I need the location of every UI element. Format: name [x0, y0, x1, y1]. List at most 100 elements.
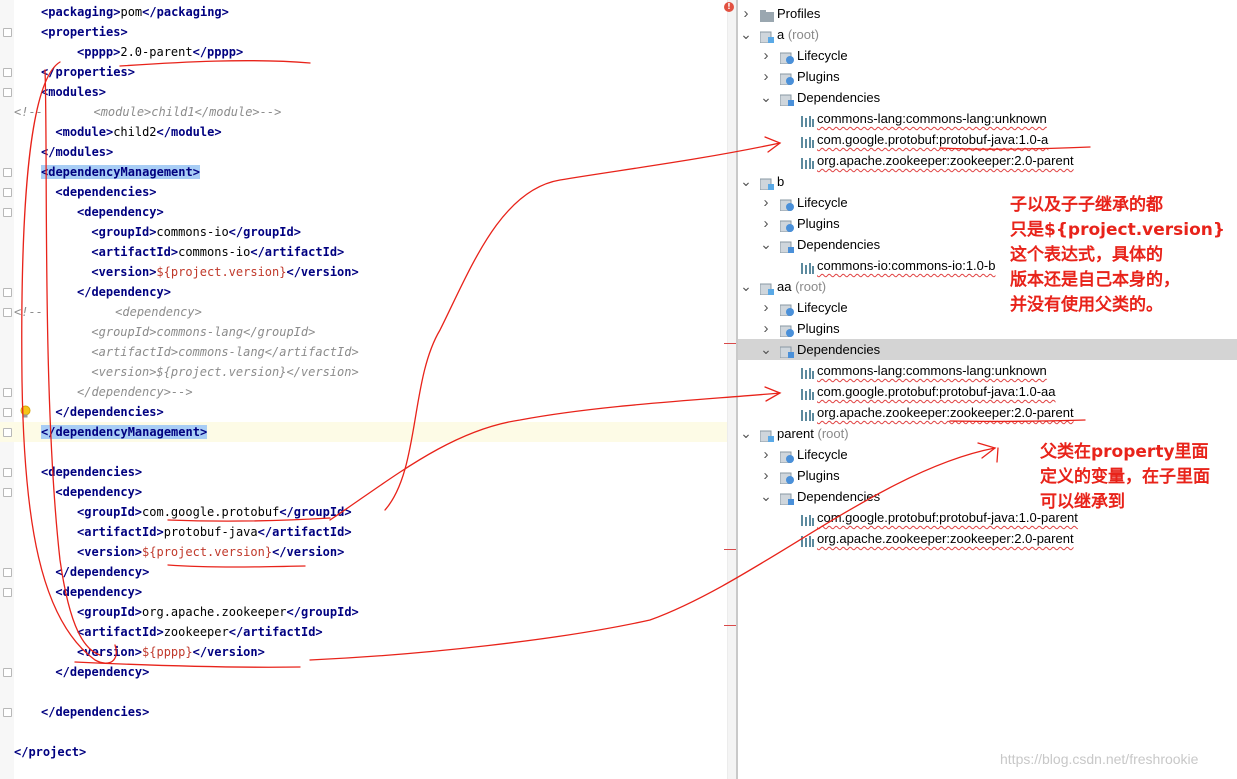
- code-line[interactable]: </properties>: [0, 62, 727, 82]
- dependency-node[interactable]: com.google.protobuf:protobuf-java:1.0-a: [738, 129, 1237, 150]
- chevron-down-icon[interactable]: ⌄: [740, 171, 752, 192]
- fold-toggle-icon[interactable]: [3, 308, 12, 317]
- editor-scrollbar[interactable]: [727, 0, 736, 779]
- fold-toggle-icon[interactable]: [3, 88, 12, 97]
- dependency-node[interactable]: org.apache.zookeeper:zookeeper:2.0-paren…: [738, 402, 1237, 423]
- fold-toggle-icon[interactable]: [3, 568, 12, 577]
- xml-tag: </artifactId>: [250, 245, 345, 259]
- tag-value: protobuf-java: [163, 525, 258, 539]
- chevron-down-icon[interactable]: ⌄: [740, 276, 752, 297]
- dependency-node[interactable]: org.apache.zookeeper:zookeeper:2.0-paren…: [738, 528, 1237, 549]
- dependency-node[interactable]: commons-lang:commons-lang:unknown: [738, 108, 1237, 129]
- code-line[interactable]: </dependency>-->: [0, 382, 727, 402]
- fold-toggle-icon[interactable]: [3, 668, 12, 677]
- code-line[interactable]: <groupId>commons-lang</groupId>: [0, 322, 727, 342]
- chevron-right-icon[interactable]: ›: [760, 66, 772, 87]
- code-line[interactable]: <version>${project.version}</version>: [0, 262, 727, 282]
- dependency-node[interactable]: com.google.protobuf:protobuf-java:1.0-aa: [738, 381, 1237, 402]
- tree-node[interactable]: › Plugins: [738, 318, 1237, 339]
- code-line[interactable]: <pppp>2.0-parent</pppp>: [0, 42, 727, 62]
- xml-tag: <version>: [77, 545, 143, 559]
- code-line[interactable]: <version>${pppp}</version>: [0, 642, 727, 662]
- tree-node[interactable]: › Profiles: [738, 3, 1237, 24]
- chevron-down-icon[interactable]: ⌄: [760, 339, 772, 360]
- chevron-down-icon[interactable]: ⌄: [740, 24, 752, 45]
- tree-node[interactable]: ⌄ a (root): [738, 24, 1237, 45]
- code-line[interactable]: <artifactId>commons-io</artifactId>: [0, 242, 727, 262]
- code-line[interactable]: </dependency>: [0, 662, 727, 682]
- tree-node[interactable]: ⌄ Dependencies: [738, 339, 1237, 360]
- code-line[interactable]: <dependency>: [0, 202, 727, 222]
- plugins-icon: [779, 217, 794, 233]
- xml-tag: </groupId>: [286, 605, 359, 619]
- chevron-right-icon[interactable]: ›: [760, 444, 772, 465]
- code-line[interactable]: <dependencies>: [0, 462, 727, 482]
- chevron-right-icon[interactable]: ›: [760, 45, 772, 66]
- chevron-right-icon[interactable]: ›: [760, 297, 772, 318]
- fold-toggle-icon[interactable]: [3, 468, 12, 477]
- fold-toggle-icon[interactable]: [3, 388, 12, 397]
- code-line[interactable]: <dependencyManagement>: [0, 162, 727, 182]
- code-line[interactable]: <artifactId>zookeeper</artifactId>: [0, 622, 727, 642]
- code-line[interactable]: </modules>: [0, 142, 727, 162]
- xml-tag: <dependencies>: [41, 465, 143, 479]
- fold-toggle-icon[interactable]: [3, 168, 12, 177]
- xml-editor[interactable]: <packaging>pom</packaging> <properties> <p…: [0, 0, 736, 779]
- code-line[interactable]: </dependency>: [0, 562, 727, 582]
- code-line[interactable]: <!-- <module>child1</module>-->: [0, 102, 727, 122]
- code-comment: <groupId>commons-lang</groupId>: [91, 325, 316, 339]
- tree-node[interactable]: › Lifecycle: [738, 45, 1237, 66]
- code-line[interactable]: <groupId>org.apache.zookeeper</groupId>: [0, 602, 727, 622]
- code-line[interactable]: <artifactId>protobuf-java</artifactId>: [0, 522, 727, 542]
- fold-toggle-icon[interactable]: [3, 68, 12, 77]
- library-icon: [800, 154, 814, 169]
- code-line[interactable]: <dependency>: [0, 482, 727, 502]
- fold-toggle-icon[interactable]: [3, 208, 12, 217]
- chevron-down-icon[interactable]: ⌄: [760, 87, 772, 108]
- fold-toggle-icon[interactable]: [3, 28, 12, 37]
- chevron-right-icon[interactable]: ›: [760, 318, 772, 339]
- tree-node-label: com.google.protobuf:protobuf-java:1.0-pa…: [817, 510, 1078, 525]
- lightbulb-icon[interactable]: [19, 404, 32, 418]
- tree-node[interactable]: ⌄ Dependencies: [738, 87, 1237, 108]
- error-indicator-icon[interactable]: !: [724, 2, 734, 12]
- chevron-down-icon[interactable]: ⌄: [740, 423, 752, 444]
- tree-node[interactable]: › Plugins: [738, 66, 1237, 87]
- code-line[interactable]: </dependencies>: [0, 402, 727, 422]
- code-line[interactable]: <properties>: [0, 22, 727, 42]
- code-line[interactable]: <dependencies>: [0, 182, 727, 202]
- xml-tag: </version>: [286, 265, 359, 279]
- fold-toggle-icon[interactable]: [3, 188, 12, 197]
- code-line[interactable]: <!-- <dependency>: [0, 302, 727, 322]
- code-line[interactable]: <artifactId>commons-lang</artifactId>: [0, 342, 727, 362]
- code-line[interactable]: <groupId>com.google.protobuf</groupId>: [0, 502, 727, 522]
- code-line[interactable]: <dependency>: [0, 582, 727, 602]
- fold-toggle-icon[interactable]: [3, 708, 12, 717]
- code-line[interactable]: </dependencies>: [0, 702, 727, 722]
- fold-toggle-icon[interactable]: [3, 408, 12, 417]
- code-line[interactable]: <packaging>pom</packaging>: [0, 2, 727, 22]
- tree-node[interactable]: ⌄ b: [738, 171, 1237, 192]
- chevron-down-icon[interactable]: ⌄: [760, 486, 772, 507]
- dependency-node[interactable]: commons-lang:commons-lang:unknown: [738, 360, 1237, 381]
- chevron-right-icon[interactable]: ›: [760, 192, 772, 213]
- code-line[interactable]: <module>child2</module>: [0, 122, 727, 142]
- code-line[interactable]: <version>${project.version}</version>: [0, 542, 727, 562]
- fold-toggle-icon[interactable]: [3, 588, 12, 597]
- chevron-down-icon[interactable]: ⌄: [760, 234, 772, 255]
- code-line[interactable]: <version>${project.version}</version>: [0, 362, 727, 382]
- xml-tag: </dependencies>: [41, 705, 150, 719]
- code-line[interactable]: <modules>: [0, 82, 727, 102]
- maven-projects-tree[interactable]: › Profiles ⌄ a (root) › Lifecycle › Plugins ⌄ Dep…: [738, 0, 1237, 779]
- code-line[interactable]: </project>: [0, 742, 727, 762]
- fold-toggle-icon[interactable]: [3, 288, 12, 297]
- chevron-right-icon[interactable]: ›: [740, 3, 752, 24]
- chevron-right-icon[interactable]: ›: [760, 465, 772, 486]
- chevron-right-icon[interactable]: ›: [760, 213, 772, 234]
- code-line[interactable]: <groupId>commons-io</groupId>: [0, 222, 727, 242]
- fold-toggle-icon[interactable]: [3, 428, 12, 437]
- fold-toggle-icon[interactable]: [3, 488, 12, 497]
- dependency-node[interactable]: org.apache.zookeeper:zookeeper:2.0-paren…: [738, 150, 1237, 171]
- code-line[interactable]: </dependencyManagement>: [0, 422, 727, 442]
- code-line[interactable]: </dependency>: [0, 282, 727, 302]
